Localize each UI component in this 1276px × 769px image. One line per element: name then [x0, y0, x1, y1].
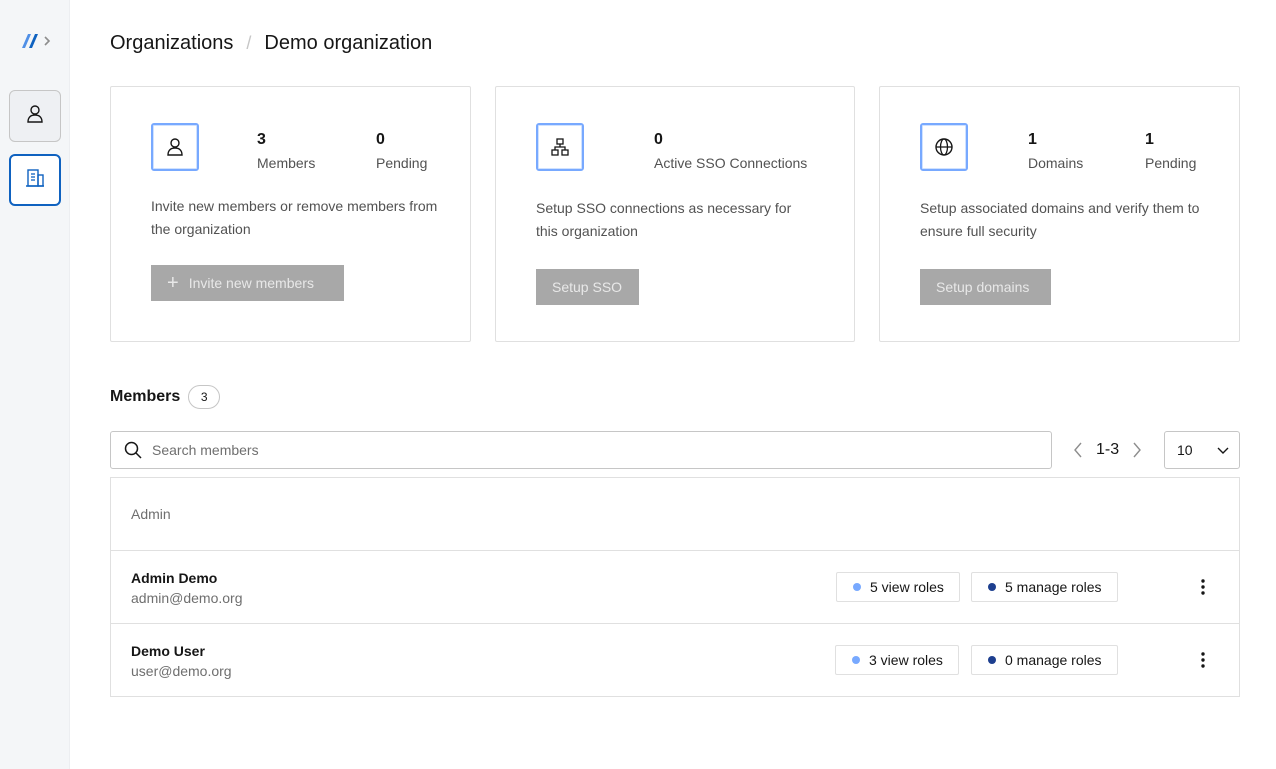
sidebar-item-user[interactable] — [9, 90, 61, 142]
page-title: Demo organization — [264, 32, 433, 54]
member-name: Admin Demo — [131, 570, 218, 586]
pagination: 1-3 — [1068, 431, 1147, 469]
stat-label: Members — [257, 155, 316, 171]
domains-card-description: Setup associated domains and verify them… — [920, 200, 1200, 239]
chevron-right-icon — [1133, 442, 1142, 458]
previous-page-button[interactable] — [1068, 440, 1088, 460]
chevron-left-icon — [1074, 442, 1082, 458]
table-group-header: Admin — [111, 478, 1239, 551]
manage-roles-tag[interactable]: 5 manage roles — [971, 572, 1118, 602]
chevron-down-icon — [1217, 442, 1229, 458]
stat-value: 0 — [654, 131, 663, 148]
manage-role-dot — [988, 583, 996, 591]
stat-value: 1 — [1028, 131, 1037, 148]
organization-building-icon — [25, 168, 45, 193]
stat-label: Active SSO Connections — [654, 155, 808, 171]
invite-members-button[interactable]: + Invite new members — [151, 265, 344, 301]
pagination-range: 1-3 — [1096, 441, 1120, 458]
breadcrumb: Organizations / Demo organization — [110, 32, 432, 55]
kebab-menu-icon — [1201, 579, 1205, 595]
members-card: 3 Members 0 Pending Invite new members o… — [110, 86, 471, 342]
manage-role-dot — [988, 656, 996, 664]
pending-domains-stat: 1 Pending — [1145, 131, 1196, 171]
page-size-select[interactable]: 10 — [1164, 431, 1240, 469]
view-roles-tag[interactable]: 3 view roles — [835, 645, 959, 675]
view-roles-tag[interactable]: 5 view roles — [836, 572, 960, 602]
row-overflow-menu-button[interactable] — [1191, 575, 1215, 599]
row-overflow-menu-button[interactable] — [1191, 648, 1215, 672]
view-roles-label: 5 view roles — [870, 579, 944, 595]
breadcrumb-organizations[interactable]: Organizations — [110, 32, 233, 55]
stat-label: Pending — [376, 155, 428, 171]
view-roles-label: 3 view roles — [869, 652, 943, 668]
sso-card: 0 Active SSO Connections Setup SSO conne… — [495, 86, 855, 342]
member-email: admin@demo.org — [131, 590, 243, 606]
invite-members-label: Invite new members — [188, 275, 314, 291]
kebab-menu-icon — [1201, 652, 1205, 668]
stat-value: 0 — [376, 131, 385, 148]
member-email: user@demo.org — [131, 663, 232, 679]
breadcrumb-separator: / — [246, 33, 252, 53]
page-size-value: 10 — [1177, 442, 1193, 458]
setup-sso-button[interactable]: Setup SSO — [536, 269, 639, 305]
view-role-dot — [853, 583, 861, 591]
members-heading: Members 3 — [110, 385, 221, 409]
setup-domains-button[interactable]: Setup domains — [920, 269, 1051, 305]
logo-icon[interactable] — [18, 30, 52, 52]
member-name: Demo User — [131, 643, 205, 659]
stat-value: 3 — [257, 131, 266, 148]
search-icon — [123, 440, 143, 460]
manage-roles-label: 0 manage roles — [1005, 652, 1102, 668]
sidebar — [0, 0, 70, 769]
hierarchy-icon — [536, 123, 584, 171]
plus-icon: + — [167, 272, 179, 294]
next-page-button[interactable] — [1127, 440, 1147, 460]
manage-roles-label: 5 manage roles — [1005, 579, 1102, 595]
domains-card: 1 Domains 1 Pending Setup associated dom… — [879, 86, 1240, 342]
members-title: Members — [110, 388, 181, 405]
domains-stat: 1 Domains — [1028, 131, 1083, 171]
members-count-badge: 3 — [188, 385, 221, 409]
table-row: Demo User user@demo.org 3 view roles 0 m… — [111, 624, 1239, 697]
pending-members-stat: 0 Pending — [376, 131, 427, 171]
members-stat: 3 Members — [257, 131, 315, 171]
globe-icon — [920, 123, 968, 171]
user-icon — [151, 123, 199, 171]
stat-label: Pending — [1145, 155, 1197, 171]
manage-roles-tag[interactable]: 0 manage roles — [971, 645, 1118, 675]
view-role-dot — [852, 656, 860, 664]
user-icon — [26, 104, 44, 129]
sso-card-description: Setup SSO connections as necessary for t… — [536, 200, 792, 239]
sidebar-item-organizations[interactable] — [9, 154, 61, 206]
stat-value: 1 — [1145, 131, 1154, 148]
sso-connections-stat: 0 Active SSO Connections — [654, 131, 807, 171]
members-table: Admin Admin Demo admin@demo.org 5 view r… — [110, 477, 1240, 697]
table-row: Admin Demo admin@demo.org 5 view roles 5… — [111, 551, 1239, 624]
members-card-description: Invite new members or remove members fro… — [151, 198, 438, 237]
search-bar — [110, 431, 1052, 469]
stat-label: Domains — [1028, 155, 1084, 171]
search-input[interactable] — [152, 442, 1032, 458]
